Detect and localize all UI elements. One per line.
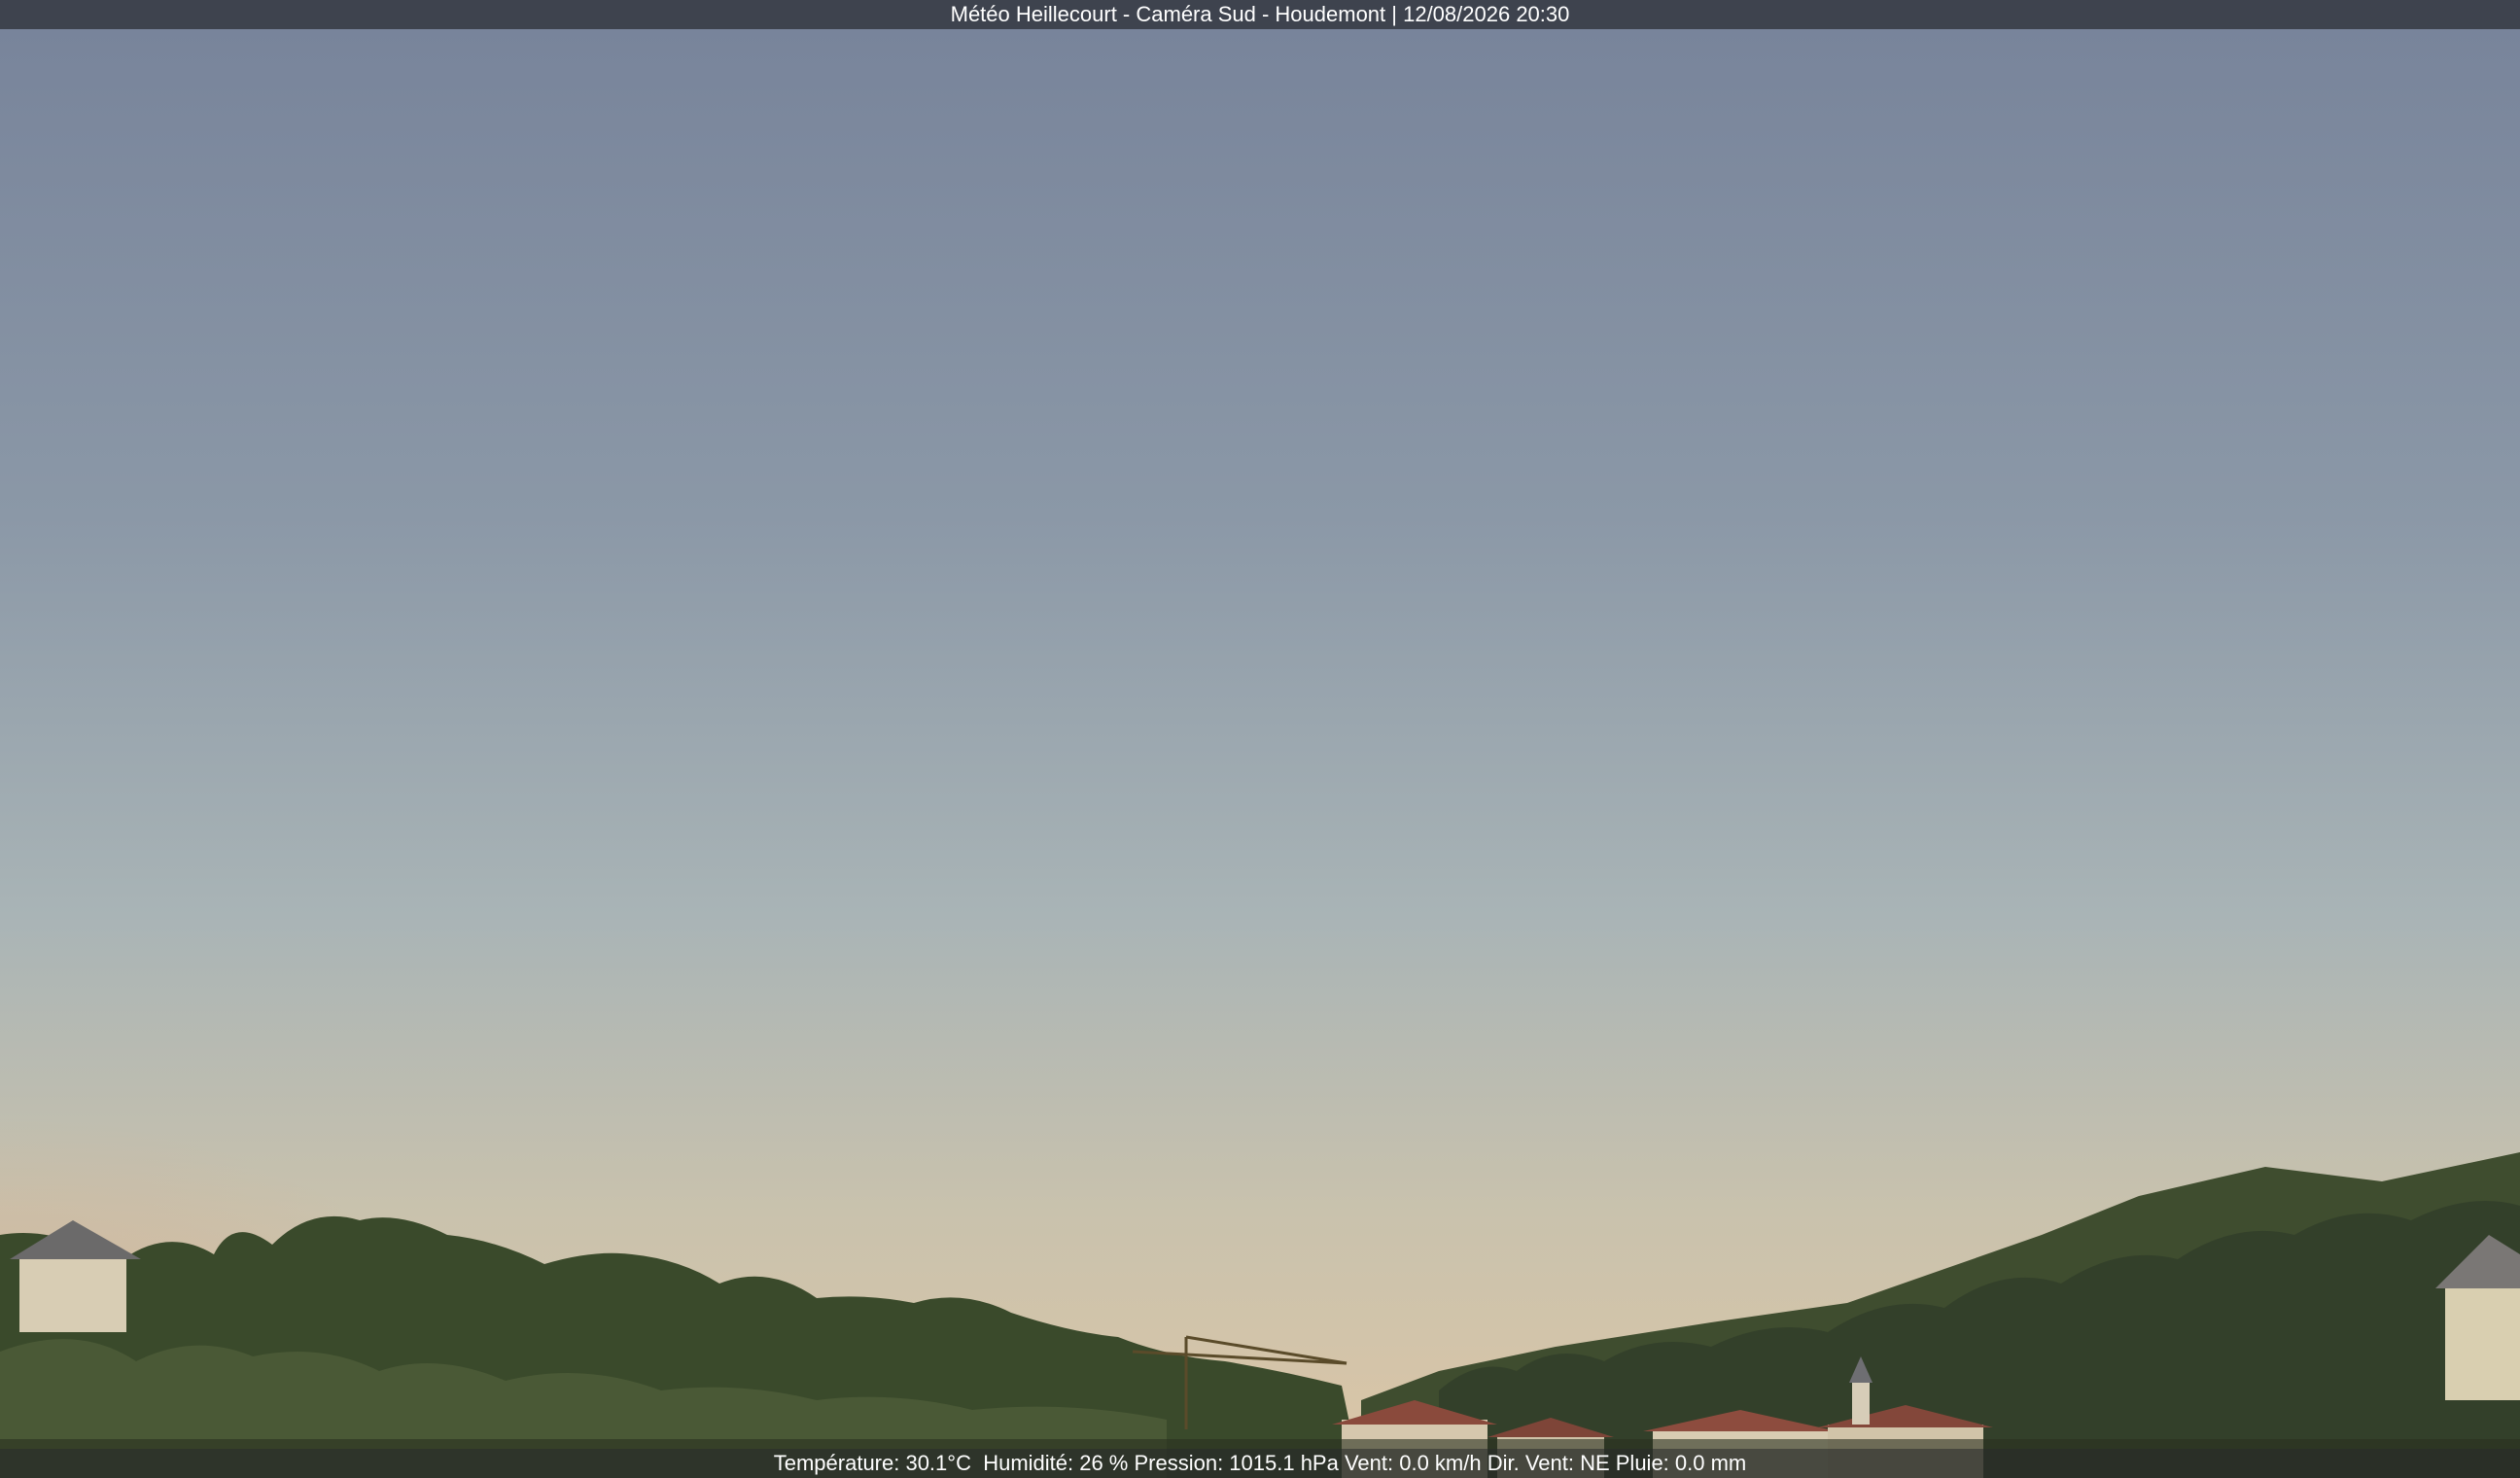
webcam-image xyxy=(0,0,2520,1478)
webcam-frame: Météo Heillecourt - Caméra Sud - Houdemo… xyxy=(0,0,2520,1478)
camera-title-bar: Météo Heillecourt - Caméra Sud - Houdemo… xyxy=(0,0,2520,29)
camera-title: Météo Heillecourt - Caméra Sud - Houdemo… xyxy=(950,2,1570,26)
weather-info-bar: Température: 30.1°C Humidité: 26 % Press… xyxy=(0,1449,2520,1478)
house-left xyxy=(19,1254,126,1332)
church-tower xyxy=(1852,1381,1870,1425)
weather-readings: Température: 30.1°C Humidité: 26 % Press… xyxy=(773,1451,1747,1475)
house-right xyxy=(2445,1284,2520,1400)
